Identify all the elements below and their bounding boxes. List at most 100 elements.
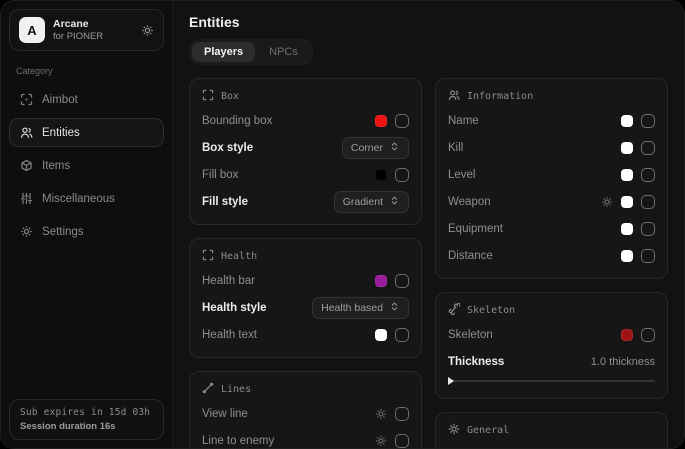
tab-bar: Players NPCs (189, 39, 313, 65)
chevrons-up-down-icon (389, 195, 400, 209)
card-title: Skeleton (467, 305, 515, 316)
sun-icon (448, 423, 460, 438)
setting-label: Box style (202, 142, 342, 154)
setting-label: Line to enemy (202, 435, 375, 447)
setting-label: Health text (202, 329, 375, 341)
checkbox[interactable] (395, 434, 409, 448)
setting-row: Equipment (448, 215, 655, 242)
color-swatch[interactable] (375, 275, 387, 287)
sidebar-item-miscellaneous[interactable]: Miscellaneous (9, 184, 164, 213)
line-icon (202, 382, 214, 397)
category-label: Category (16, 66, 157, 76)
setting-row: Line to enemy (202, 427, 409, 448)
package-icon (20, 159, 33, 172)
brand-logo: A (19, 17, 45, 43)
checkbox[interactable] (395, 274, 409, 288)
checkbox[interactable] (395, 328, 409, 342)
setting-row: Fill style Gradient (202, 188, 409, 215)
app-window: A Arcane for PIONER Category Aimbot Enti… (0, 0, 685, 449)
sidebar-item-entities[interactable]: Entities (9, 118, 164, 147)
setting-row: Fill box (202, 161, 409, 188)
color-swatch[interactable] (375, 329, 387, 341)
thickness-value: 1.0 thickness (591, 356, 655, 368)
card-health: Health Health bar Health style Health ba… (189, 238, 422, 358)
checkbox[interactable] (641, 141, 655, 155)
color-swatch[interactable] (375, 169, 387, 181)
setting-label: Distance (448, 250, 621, 262)
subscription-info: Sub expires in 15d 03h Session duration … (9, 399, 164, 440)
color-swatch[interactable] (621, 142, 633, 154)
card-title: Box (221, 91, 239, 102)
sidebar-item-items[interactable]: Items (9, 151, 164, 180)
setting-label: Fill style (202, 196, 334, 208)
gear-icon[interactable] (601, 196, 613, 208)
session-duration-text: Session duration 16s (20, 421, 153, 432)
gear-icon (20, 225, 33, 238)
checkbox[interactable] (641, 249, 655, 263)
setting-row: Name (448, 107, 655, 134)
checkbox[interactable] (641, 168, 655, 182)
color-swatch[interactable] (621, 329, 633, 341)
setting-row: Weapon (448, 188, 655, 215)
card-box: Box Bounding box Box style Corner (189, 78, 422, 225)
sidebar-item-label: Miscellaneous (42, 193, 115, 205)
brand-subtitle: for PIONER (53, 31, 103, 43)
color-swatch[interactable] (621, 196, 633, 208)
sidebar: A Arcane for PIONER Category Aimbot Enti… (1, 1, 173, 448)
brand-card: A Arcane for PIONER (9, 9, 164, 51)
select-value: Gradient (343, 196, 383, 208)
checkbox[interactable] (641, 114, 655, 128)
sidebar-item-label: Items (42, 160, 70, 172)
sliders-icon (20, 192, 33, 205)
health-style-select[interactable]: Health based (312, 297, 409, 319)
sidebar-item-aimbot[interactable]: Aimbot (9, 85, 164, 114)
color-swatch[interactable] (621, 169, 633, 181)
checkbox[interactable] (641, 328, 655, 342)
tab-npcs[interactable]: NPCs (257, 42, 310, 62)
color-swatch[interactable] (621, 115, 633, 127)
sidebar-item-label: Settings (42, 226, 84, 238)
setting-label: Health bar (202, 275, 375, 287)
setting-label: Thickness (448, 356, 591, 368)
checkbox[interactable] (641, 222, 655, 236)
card-skeleton: Skeleton Skeleton Thickness 1.0 thicknes… (435, 292, 668, 399)
fill-style-select[interactable]: Gradient (334, 191, 409, 213)
color-swatch[interactable] (621, 223, 633, 235)
setting-row: Health style Health based (202, 294, 409, 321)
chevrons-up-down-icon (389, 301, 400, 315)
color-swatch[interactable] (375, 115, 387, 127)
slider-thumb[interactable] (448, 377, 454, 385)
setting-label: Bounding box (202, 115, 375, 127)
setting-label: Name (448, 115, 621, 127)
bone-icon (448, 303, 460, 318)
card-title: Health (221, 251, 257, 262)
thickness-slider[interactable] (448, 376, 655, 386)
setting-row: Skeleton (448, 321, 655, 348)
setting-label: Level (448, 169, 621, 181)
brand-name: Arcane (53, 18, 103, 31)
slider-track[interactable] (448, 380, 655, 382)
card-title: Lines (221, 384, 251, 395)
checkbox[interactable] (395, 168, 409, 182)
checkbox[interactable] (395, 407, 409, 421)
setting-row: Kill (448, 134, 655, 161)
gear-icon[interactable] (375, 408, 387, 420)
tab-players[interactable]: Players (192, 42, 255, 62)
checkbox[interactable] (641, 195, 655, 209)
setting-row: Health text (202, 321, 409, 348)
page-title: Entities (189, 14, 668, 30)
setting-label: Kill (448, 142, 621, 154)
gear-icon[interactable] (375, 435, 387, 447)
checkbox[interactable] (641, 448, 655, 449)
setting-row: Level (448, 161, 655, 188)
color-swatch[interactable] (621, 250, 633, 262)
setting-row: Visibility check (448, 441, 655, 448)
checkbox[interactable] (395, 114, 409, 128)
setting-row: View line (202, 400, 409, 427)
sidebar-item-settings[interactable]: Settings (9, 217, 164, 246)
gear-icon[interactable] (141, 24, 154, 37)
select-value: Corner (351, 142, 383, 154)
card-title: Information (467, 91, 533, 102)
box-style-select[interactable]: Corner (342, 137, 409, 159)
setting-row: Box style Corner (202, 134, 409, 161)
